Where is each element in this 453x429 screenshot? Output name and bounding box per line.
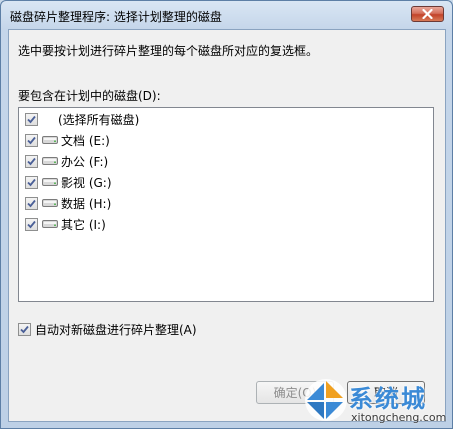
disk-label: 影视 (G:)	[61, 175, 112, 190]
checkmark-icon	[27, 220, 36, 228]
checkmark-icon	[27, 199, 36, 207]
disk-checkbox[interactable]	[25, 175, 38, 189]
auto-defrag-checkbox[interactable]	[18, 323, 31, 336]
disk-checkbox[interactable]	[25, 196, 38, 210]
disk-label: 文档 (E:)	[61, 133, 110, 148]
drive-icon	[42, 177, 58, 187]
checkmark-icon	[27, 157, 36, 165]
checkmark-icon	[20, 325, 29, 334]
title-bar[interactable]: 磁盘碎片整理程序: 选择计划整理的磁盘	[1, 1, 452, 29]
checkmark-icon	[27, 115, 36, 123]
disk-checkbox[interactable]	[25, 133, 38, 147]
select-all-item[interactable]: (选择所有磁盘)	[25, 110, 139, 128]
checkmark-icon	[27, 136, 36, 144]
disk-item[interactable]: 文档 (E:)	[25, 131, 110, 149]
instruction-text: 选中要按计划进行碎片整理的每个磁盘所对应的复选框。	[18, 44, 319, 58]
window-title: 磁盘碎片整理程序: 选择计划整理的磁盘	[10, 10, 222, 24]
disk-label: 办公 (F:)	[61, 154, 109, 169]
disk-item[interactable]: 数据 (H:)	[25, 194, 111, 212]
drive-icon	[42, 135, 58, 145]
disk-checkbox[interactable]	[25, 154, 38, 168]
watermark-url: xitongcheng.com	[351, 411, 447, 424]
disk-list-label: 要包含在计划中的磁盘(D):	[18, 89, 161, 103]
disk-checkbox[interactable]	[25, 217, 38, 231]
disk-label: 其它 (I:)	[61, 217, 106, 232]
disk-label: 数据 (H:)	[61, 196, 112, 211]
dialog-body: 选中要按计划进行碎片整理的每个磁盘所对应的复选框。 要包含在计划中的磁盘(D):…	[8, 29, 446, 422]
dialog-window: 磁盘碎片整理程序: 选择计划整理的磁盘 选中要按计划进行碎片整理的每个磁盘所对应…	[0, 0, 453, 429]
select-all-label: (选择所有磁盘)	[58, 112, 140, 127]
windows-logo-icon	[305, 379, 347, 421]
close-button[interactable]	[411, 6, 444, 22]
drive-icon	[42, 219, 58, 229]
disk-item[interactable]: 其它 (I:)	[25, 215, 106, 233]
checkmark-icon	[27, 178, 36, 186]
auto-defrag-label: 自动对新磁盘进行碎片整理(A)	[35, 323, 197, 337]
disk-listbox[interactable]: (选择所有磁盘) 文档 (E:) 办公 (F:) 影视 (G:) 数据 (H:)…	[18, 107, 434, 302]
watermark: 系统城 xitongcheng.com	[301, 373, 452, 428]
disk-item[interactable]: 办公 (F:)	[25, 152, 108, 170]
drive-icon	[42, 198, 58, 208]
drive-icon	[42, 156, 58, 166]
close-icon	[422, 9, 433, 19]
auto-defrag-option[interactable]: 自动对新磁盘进行碎片整理(A)	[18, 321, 197, 338]
select-all-checkbox[interactable]	[25, 112, 38, 126]
watermark-brand: 系统城	[349, 384, 427, 413]
disk-item[interactable]: 影视 (G:)	[25, 173, 112, 191]
